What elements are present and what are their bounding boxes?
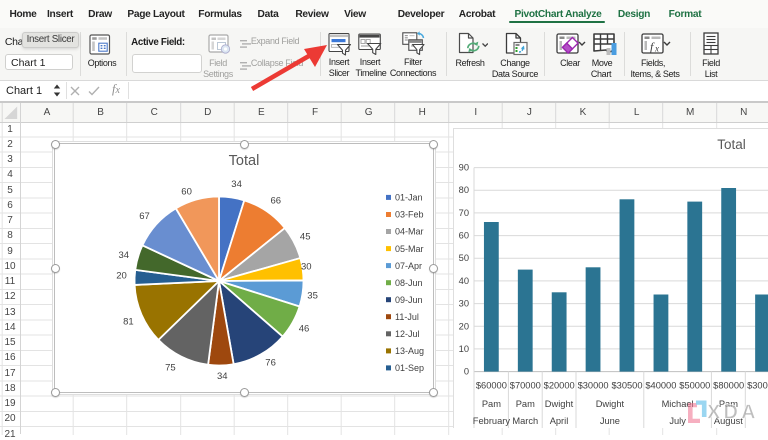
svg-text:x: x bbox=[654, 44, 659, 54]
svg-text:Pam: Pam bbox=[482, 399, 501, 409]
svg-text:$50000: $50000 bbox=[679, 381, 710, 391]
svg-text:March: March bbox=[512, 416, 538, 426]
svg-text:80: 80 bbox=[459, 185, 469, 195]
svg-text:50: 50 bbox=[459, 253, 469, 263]
svg-text:Dwight: Dwight bbox=[596, 399, 625, 409]
svg-text:30: 30 bbox=[459, 299, 469, 309]
svg-text:40: 40 bbox=[459, 276, 469, 286]
svg-text:$30500: $30500 bbox=[611, 381, 642, 391]
svg-text:04-Mar: 04-Mar bbox=[395, 227, 424, 237]
svg-text:Dwight: Dwight bbox=[545, 399, 574, 409]
svg-text:Total: Total bbox=[229, 153, 260, 169]
svg-text:Total: Total bbox=[717, 137, 746, 152]
svg-text:11-Jul: 11-Jul bbox=[395, 312, 419, 322]
svg-text:$60000: $60000 bbox=[476, 381, 507, 391]
svg-text:67: 67 bbox=[139, 211, 150, 222]
svg-text:35: 35 bbox=[307, 291, 318, 302]
svg-text:$30000: $30000 bbox=[578, 381, 609, 391]
svg-text:01-Jan: 01-Jan bbox=[395, 193, 423, 203]
svg-text:34: 34 bbox=[119, 250, 130, 261]
svg-text:$30000: $30000 bbox=[747, 381, 768, 391]
svg-text:08-Jun: 08-Jun bbox=[395, 278, 423, 288]
svg-text:05-Mar: 05-Mar bbox=[395, 244, 424, 254]
svg-text:$70000: $70000 bbox=[510, 381, 541, 391]
svg-text:12-Jul: 12-Jul bbox=[395, 329, 420, 339]
svg-text:01-Sep: 01-Sep bbox=[395, 363, 424, 373]
svg-text:81: 81 bbox=[123, 316, 134, 327]
svg-text:03-Feb: 03-Feb bbox=[395, 210, 424, 220]
svg-text:$40000: $40000 bbox=[645, 381, 676, 391]
svg-text:60: 60 bbox=[459, 231, 469, 241]
svg-text:90: 90 bbox=[459, 163, 469, 173]
svg-text:70: 70 bbox=[459, 208, 469, 218]
svg-text:46: 46 bbox=[299, 323, 310, 334]
svg-text:66: 66 bbox=[271, 196, 282, 207]
svg-text:30: 30 bbox=[301, 262, 312, 273]
svg-text:13-Aug: 13-Aug bbox=[395, 346, 424, 356]
svg-text:60: 60 bbox=[181, 186, 192, 197]
svg-text:April: April bbox=[550, 416, 569, 426]
svg-text:0: 0 bbox=[464, 367, 469, 377]
svg-text:Pam: Pam bbox=[516, 399, 535, 409]
svg-text:20: 20 bbox=[116, 270, 127, 281]
svg-text:09-Jun: 09-Jun bbox=[395, 295, 423, 305]
svg-text:XDA: XDA bbox=[707, 402, 759, 424]
svg-text:20: 20 bbox=[459, 321, 469, 331]
svg-text:76: 76 bbox=[265, 357, 276, 368]
svg-text:45: 45 bbox=[300, 232, 311, 243]
svg-text:34: 34 bbox=[231, 179, 242, 190]
svg-text:10: 10 bbox=[459, 344, 469, 354]
svg-text:$80000: $80000 bbox=[713, 381, 744, 391]
svg-text:75: 75 bbox=[165, 362, 176, 373]
svg-text:February: February bbox=[473, 416, 511, 426]
svg-text:34: 34 bbox=[217, 371, 228, 382]
svg-text:07-Apr: 07-Apr bbox=[395, 261, 422, 271]
svg-text:June: June bbox=[600, 416, 620, 426]
svg-text:$20000: $20000 bbox=[544, 381, 575, 391]
